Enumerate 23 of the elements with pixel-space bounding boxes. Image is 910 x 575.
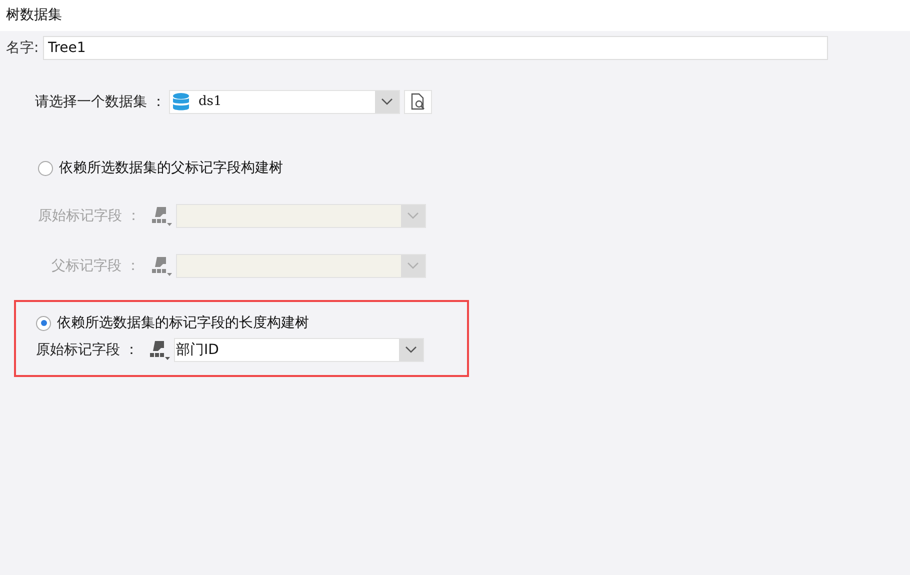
name-input[interactable]: Tree1 — [42, 36, 828, 60]
chevron-down-icon — [407, 212, 419, 220]
chevron-down-icon — [381, 98, 394, 106]
database-icon — [172, 92, 190, 112]
dataset-dropdown[interactable]: ds1 — [169, 90, 400, 114]
dataset-label: 请选择一个数据集 ： — [35, 92, 166, 112]
field-dropdown[interactable]: 部门ID — [174, 338, 424, 362]
chevron-down-icon — [407, 262, 419, 270]
radio-label: 依赖所选数据集的父标记字段构建树 — [59, 158, 283, 178]
field-dropdown[interactable] — [176, 204, 426, 228]
chevron-down-icon — [405, 346, 417, 354]
name-label: 名字: — [6, 38, 40, 58]
radio-label: 依赖所选数据集的标记字段的长度构建树 — [57, 314, 309, 332]
radio-button[interactable] — [36, 316, 51, 330]
document-search-icon — [410, 93, 426, 111]
window-title: 树数据集 — [6, 6, 62, 25]
field-dropdown[interactable] — [176, 254, 426, 278]
field-label: 原始标记字段 ： — [38, 206, 142, 226]
field-label: 父标记字段 ： — [50, 256, 141, 276]
dataset-value: ds1 — [197, 93, 223, 112]
radio-button[interactable] — [38, 160, 53, 176]
field-label: 原始标记字段 ： — [36, 340, 140, 360]
preview-button[interactable] — [404, 90, 432, 114]
